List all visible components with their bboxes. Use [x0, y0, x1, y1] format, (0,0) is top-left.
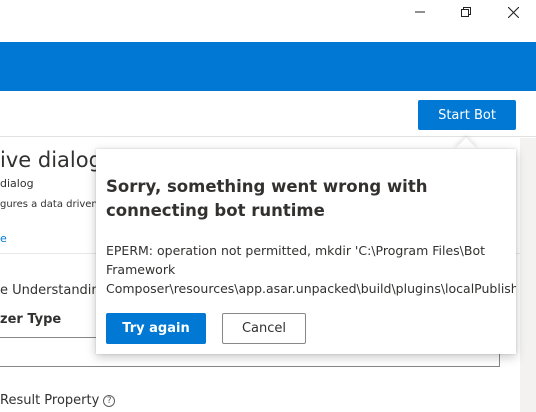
minimize-button[interactable]: [397, 0, 443, 24]
callout-message: EPERM: operation not permitted, mkdir 'C…: [106, 241, 516, 298]
callout-message-line: Composer\resources\app.asar.unpacked\bui…: [106, 281, 516, 296]
minimize-icon: [415, 11, 425, 13]
page-subtitle: dialog: [0, 177, 34, 190]
restore-button[interactable]: [443, 0, 489, 24]
result-property-label: Result Property ?: [0, 393, 116, 408]
page-description: gures a data driven: [0, 199, 98, 210]
result-property-text: Result Property: [0, 393, 100, 408]
try-again-button[interactable]: Try again: [106, 313, 206, 344]
section-heading: e Understanding: [0, 283, 108, 298]
help-icon[interactable]: ?: [103, 394, 116, 407]
window-titlebar: [0, 0, 536, 42]
close-icon: [507, 6, 519, 18]
app-header: [0, 42, 536, 91]
start-bot-button[interactable]: Start Bot: [418, 100, 516, 130]
learn-more-link[interactable]: e: [0, 232, 7, 245]
callout-message-line: Framework: [106, 262, 176, 277]
error-callout: Sorry, something went wrong with connect…: [96, 149, 516, 354]
callout-message-line: EPERM: operation not permitted, mkdir 'C…: [106, 243, 485, 258]
scrollbar[interactable]: [520, 138, 536, 412]
callout-beak-cover: [450, 149, 482, 161]
restore-icon: [461, 7, 471, 17]
page-title: ive dialog: [0, 148, 102, 172]
field-label: zer Type: [0, 312, 62, 327]
close-button[interactable]: [490, 0, 536, 24]
cancel-button[interactable]: Cancel: [222, 313, 306, 344]
callout-title: Sorry, something went wrong with connect…: [106, 177, 428, 220]
